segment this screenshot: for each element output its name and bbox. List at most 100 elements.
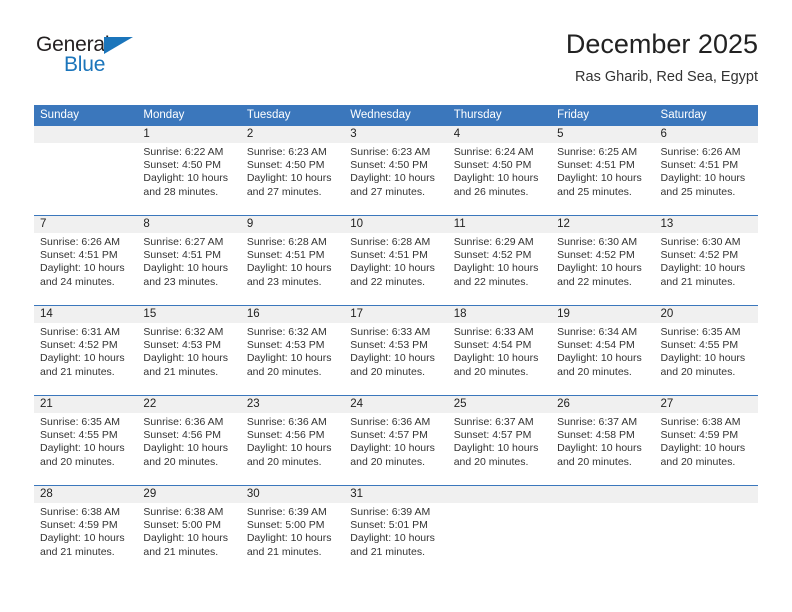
calendar-day-cell[interactable]: 11 Sunrise: 6:29 AM Sunset: 4:52 PM Dayligh… (447, 216, 552, 305)
calendar-day-cell[interactable]: 24 Sunrise: 6:36 AM Sunset: 4:57 PM Dayligh… (344, 396, 448, 485)
sunrise-time: Sunrise: 6:28 AM (350, 236, 431, 248)
day-details: Sunrise: 6:33 AM Sunset: 4:54 PM Daylight:… (448, 323, 551, 379)
sunset-time: Sunset: 4:50 PM (453, 159, 532, 172)
calendar-day-cell[interactable]: 4 Sunrise: 6:24 AM Sunset: 4:50 PM Daylight… (447, 126, 552, 215)
sunset-time: Sunset: 4:55 PM (40, 429, 118, 442)
calendar-day-cell[interactable]: 5 Sunrise: 6:25 AM Sunset: 4:51 PM Daylight… (551, 126, 655, 215)
page-subtitle: Ras Gharib, Red Sea, Egypt (575, 69, 758, 85)
weekday-header-sunday: Sunday (34, 105, 138, 126)
daylight-duration-line2: and 21 minutes. (40, 545, 115, 558)
weekday-header-tuesday: Tuesday (240, 105, 345, 126)
calendar-day-cell[interactable]: 7 Sunrise: 6:26 AM Sunset: 4:51 PM Daylight… (34, 216, 138, 305)
calendar-day-cell[interactable]: 19 Sunrise: 6:34 AM Sunset: 4:54 PM Dayligh… (551, 306, 655, 395)
calendar-day-cell[interactable]: 13 Sunrise: 6:30 AM Sunset: 4:52 PM Dayligh… (654, 216, 758, 305)
calendar-day-cell[interactable]: 20 Sunrise: 6:35 AM Sunset: 4:55 PM Dayligh… (654, 306, 758, 395)
calendar-day-cell[interactable]: 16 Sunrise: 6:32 AM Sunset: 4:53 PM Dayligh… (240, 306, 345, 395)
day-details: Sunrise: 6:26 AM Sunset: 4:51 PM Daylight:… (655, 143, 758, 199)
daylight-duration-line2: and 20 minutes. (557, 365, 632, 378)
day-number: 27 (654, 396, 758, 413)
calendar-day-cell[interactable]: 25 Sunrise: 6:37 AM Sunset: 4:57 PM Dayligh… (447, 396, 552, 485)
day-number: 12 (551, 216, 655, 233)
day-details: Sunrise: 6:26 AM Sunset: 4:51 PM Daylight:… (34, 233, 137, 289)
day-details: Sunrise: 6:39 AM Sunset: 5:00 PM Daylight:… (241, 503, 344, 559)
calendar-day-cell[interactable]: 27 Sunrise: 6:38 AM Sunset: 4:59 PM Dayligh… (654, 396, 758, 485)
daylight-duration-line1: Daylight: 10 hours (660, 262, 746, 275)
daylight-duration-line1: Daylight: 10 hours (246, 352, 332, 365)
day-details: Sunrise: 6:36 AM Sunset: 4:56 PM Daylight:… (137, 413, 240, 469)
calendar-day-cell-empty (34, 126, 138, 215)
daylight-duration-line2: and 25 minutes. (660, 185, 736, 198)
sunset-time: Sunset: 4:52 PM (557, 249, 635, 262)
sunrise-time: Sunrise: 6:33 AM (453, 326, 534, 338)
day-details: Sunrise: 6:22 AM Sunset: 4:50 PM Daylight:… (137, 143, 240, 199)
daylight-duration-line2: and 21 minutes. (143, 545, 219, 558)
sunrise-time: Sunrise: 6:30 AM (557, 236, 638, 248)
sunset-time: Sunset: 4:50 PM (246, 159, 325, 172)
daylight-duration-line1: Daylight: 10 hours (143, 262, 229, 275)
sunrise-time: Sunrise: 6:26 AM (40, 236, 120, 248)
calendar-body: 1 Sunrise: 6:22 AM Sunset: 4:50 PM Daylight… (34, 126, 758, 575)
day-number: 30 (240, 486, 345, 503)
daylight-duration-line1: Daylight: 10 hours (143, 442, 229, 455)
daylight-duration-line2: and 23 minutes. (143, 275, 219, 288)
calendar-day-cell[interactable]: 2 Sunrise: 6:23 AM Sunset: 4:50 PM Daylight… (240, 126, 345, 215)
calendar-day-cell[interactable]: 12 Sunrise: 6:30 AM Sunset: 4:52 PM Dayligh… (551, 216, 655, 305)
weekday-header-monday: Monday (137, 105, 241, 126)
daylight-duration-line1: Daylight: 10 hours (246, 262, 332, 275)
sunrise-time: Sunrise: 6:22 AM (143, 146, 224, 158)
daylight-duration-line1: Daylight: 10 hours (350, 532, 435, 545)
sunrise-time: Sunrise: 6:27 AM (143, 236, 224, 248)
day-details: Sunrise: 6:38 AM Sunset: 4:59 PM Daylight:… (655, 413, 758, 469)
sunset-time: Sunset: 4:51 PM (40, 249, 118, 262)
daylight-duration-line2: and 28 minutes. (143, 185, 219, 198)
daylight-duration-line2: and 27 minutes. (246, 185, 322, 198)
day-number: 20 (654, 306, 758, 323)
daylight-duration-line2: and 20 minutes. (40, 455, 115, 468)
sunrise-time: Sunrise: 6:36 AM (350, 416, 431, 428)
calendar-day-cell[interactable]: 21 Sunrise: 6:35 AM Sunset: 4:55 PM Dayligh… (34, 396, 138, 485)
calendar-day-cell[interactable]: 17 Sunrise: 6:33 AM Sunset: 4:53 PM Dayligh… (344, 306, 448, 395)
calendar-day-cell[interactable]: 22 Sunrise: 6:36 AM Sunset: 4:56 PM Dayligh… (137, 396, 241, 485)
daylight-duration-line2: and 20 minutes. (660, 455, 736, 468)
day-number: 16 (240, 306, 345, 323)
day-number: 7 (34, 216, 138, 233)
calendar-day-cell[interactable]: 28 Sunrise: 6:38 AM Sunset: 4:59 PM Dayligh… (34, 486, 138, 575)
day-number: 8 (137, 216, 241, 233)
day-details: Sunrise: 6:34 AM Sunset: 4:54 PM Daylight:… (551, 323, 654, 379)
day-number: 17 (344, 306, 448, 323)
calendar-day-cell[interactable]: 3 Sunrise: 6:23 AM Sunset: 4:50 PM Daylight… (344, 126, 448, 215)
sunset-time: Sunset: 4:53 PM (350, 339, 428, 352)
calendar-day-cell[interactable]: 10 Sunrise: 6:28 AM Sunset: 4:51 PM Dayligh… (344, 216, 448, 305)
generalblue-logo[interactable]: General Blue (34, 34, 214, 86)
calendar-day-cell[interactable]: 8 Sunrise: 6:27 AM Sunset: 4:51 PM Daylight… (137, 216, 241, 305)
day-number: 23 (240, 396, 345, 413)
day-details: Sunrise: 6:23 AM Sunset: 4:50 PM Daylight:… (241, 143, 344, 199)
calendar-day-cell[interactable]: 23 Sunrise: 6:36 AM Sunset: 4:56 PM Dayligh… (240, 396, 345, 485)
daylight-duration-line1: Daylight: 10 hours (40, 262, 125, 275)
calendar-day-cell[interactable]: 30 Sunrise: 6:39 AM Sunset: 5:00 PM Dayligh… (240, 486, 345, 575)
daylight-duration-line1: Daylight: 10 hours (660, 442, 746, 455)
calendar-day-cell[interactable]: 31 Sunrise: 6:39 AM Sunset: 5:01 PM Dayligh… (344, 486, 448, 575)
day-number: 18 (447, 306, 552, 323)
daylight-duration-line2: and 26 minutes. (453, 185, 529, 198)
sunset-time: Sunset: 4:50 PM (143, 159, 222, 172)
sunset-time: Sunset: 4:57 PM (350, 429, 428, 442)
calendar-day-cell-empty (654, 486, 758, 575)
calendar-day-cell[interactable]: 26 Sunrise: 6:37 AM Sunset: 4:58 PM Dayligh… (551, 396, 655, 485)
sunset-time: Sunset: 4:59 PM (660, 429, 739, 442)
calendar-day-cell[interactable]: 6 Sunrise: 6:26 AM Sunset: 4:51 PM Daylight… (654, 126, 758, 215)
calendar-day-cell[interactable]: 9 Sunrise: 6:28 AM Sunset: 4:51 PM Daylight… (240, 216, 345, 305)
sunset-time: Sunset: 4:51 PM (246, 249, 325, 262)
sunrise-time: Sunrise: 6:35 AM (660, 326, 741, 338)
calendar-day-cell[interactable]: 18 Sunrise: 6:33 AM Sunset: 4:54 PM Dayligh… (447, 306, 552, 395)
daylight-duration-line2: and 20 minutes. (453, 365, 529, 378)
sunrise-time: Sunrise: 6:32 AM (143, 326, 224, 338)
day-details: Sunrise: 6:24 AM Sunset: 4:50 PM Daylight:… (448, 143, 551, 199)
calendar-day-cell[interactable]: 14 Sunrise: 6:31 AM Sunset: 4:52 PM Dayligh… (34, 306, 138, 395)
calendar-header-row: Sunday Monday Tuesday Wednesday Thursday Frid… (34, 105, 758, 126)
calendar-day-cell[interactable]: 1 Sunrise: 6:22 AM Sunset: 4:50 PM Daylight… (137, 126, 241, 215)
daylight-duration-line1: Daylight: 10 hours (246, 442, 332, 455)
calendar-day-cell[interactable]: 29 Sunrise: 6:38 AM Sunset: 5:00 PM Dayligh… (137, 486, 241, 575)
calendar-day-cell[interactable]: 15 Sunrise: 6:32 AM Sunset: 4:53 PM Dayligh… (137, 306, 241, 395)
sunrise-time: Sunrise: 6:25 AM (557, 146, 638, 158)
